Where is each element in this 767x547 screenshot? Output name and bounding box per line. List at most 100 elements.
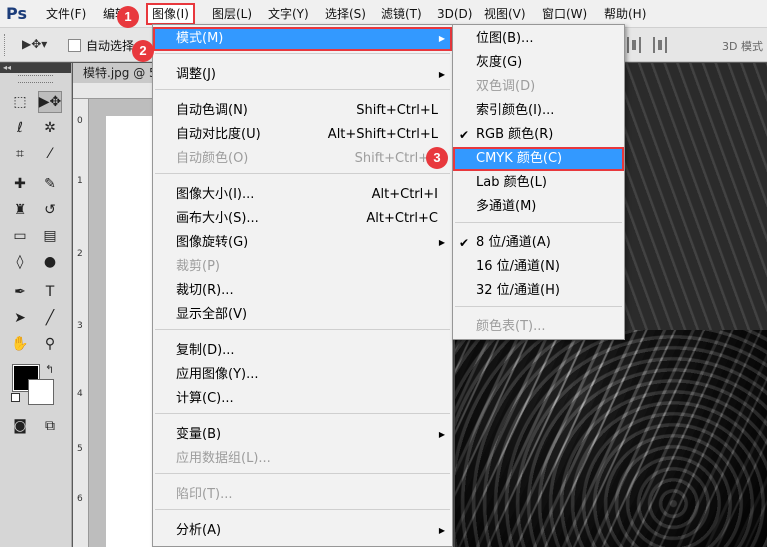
submenu-item-label: 32 位/通道(H) (476, 283, 560, 298)
line-tool-icon[interactable]: ╱ (38, 307, 62, 329)
type-tool-icon[interactable]: T (38, 281, 62, 303)
menu-item-label: 裁切(R)... (176, 283, 234, 298)
align-center-icon[interactable] (627, 37, 641, 53)
options-bar-grip[interactable] (4, 34, 7, 56)
menu-select[interactable]: 选择(S) (325, 6, 366, 22)
move-tool-icon[interactable]: ▶✥ (38, 91, 62, 113)
mode-item-16bit[interactable]: 16 位/通道(N) (453, 255, 624, 279)
menu-item-trap: 陷印(T)... (153, 483, 452, 507)
mode-item-multichannel[interactable]: 多通道(M) (453, 195, 624, 219)
step-badge-3: 3 (426, 147, 448, 169)
menu-item-shortcut: Alt+Ctrl+C (366, 211, 438, 226)
zoom-tool-icon[interactable]: ⚲ (38, 333, 62, 355)
3d-mode-label[interactable]: 3D 模式 (722, 38, 763, 54)
menu-item-trim[interactable]: 裁切(R)... (153, 279, 452, 303)
photo-hair-image (455, 330, 767, 547)
history-brush-icon[interactable]: ↺ (38, 199, 62, 221)
auto-select-label: 自动选择 (86, 39, 135, 53)
blur-tool-icon[interactable]: ◊ (8, 251, 32, 273)
eyedropper-icon[interactable]: ⁄ (38, 143, 62, 165)
swap-colors-icon[interactable]: ↰ (45, 363, 54, 376)
menu-item-duplicate[interactable]: 复制(D)... (153, 339, 452, 363)
toolbox-grip[interactable] (18, 75, 53, 83)
clone-stamp-icon[interactable]: ♜ (8, 199, 32, 221)
menu-view[interactable]: 视图(V) (484, 6, 526, 22)
menu-item-label: 自动对比度(U) (176, 127, 261, 142)
mode-item-8bit[interactable]: ✔ 8 位/通道(A) (453, 231, 624, 255)
submenu-item-label: 双色调(D) (476, 79, 536, 94)
ruler-left: 0 1 2 3 4 5 6 (73, 99, 89, 547)
submenu-item-label: 灰度(G) (476, 55, 523, 70)
menu-help[interactable]: 帮助(H) (604, 6, 646, 22)
path-selection-icon[interactable]: ➤ (8, 307, 32, 329)
menu-item-label: 变量(B) (176, 427, 222, 442)
mode-item-cmyk[interactable]: CMYK 颜色(C) (453, 147, 624, 171)
menu-filter[interactable]: 滤镜(T) (381, 6, 422, 22)
menu-window[interactable]: 窗口(W) (542, 6, 587, 22)
pen-tool-icon[interactable]: ✒ (8, 281, 32, 303)
brush-tool-icon[interactable]: ✎ (38, 173, 62, 195)
menu-item-auto-contrast[interactable]: 自动对比度(U) Alt+Shift+Ctrl+L (153, 123, 452, 147)
menu-item-label: 计算(C)... (176, 391, 234, 406)
photo-region-top (620, 63, 767, 330)
gradient-tool-icon[interactable]: ▤ (38, 225, 62, 247)
magic-wand-icon[interactable]: ✲ (38, 117, 62, 139)
background-color-swatch[interactable] (28, 379, 54, 405)
menu-item-auto-tone[interactable]: 自动色调(N) Shift+Ctrl+L (153, 99, 452, 123)
dodge-tool-icon[interactable]: ● (38, 251, 62, 273)
menu-item-reveal-all[interactable]: 显示全部(V) (153, 303, 452, 327)
menu-item-shortcut: Shift+Ctrl+L (356, 103, 438, 118)
menu-item-variables[interactable]: 变量(B) ▶ (153, 423, 452, 447)
submenu-item-label: 多通道(M) (476, 199, 537, 214)
healing-brush-icon[interactable]: ✚ (8, 173, 32, 195)
marquee-tool-icon[interactable]: ⬚ (8, 91, 32, 113)
document-tab[interactable]: 模特.jpg @ 5 (73, 63, 153, 83)
menu-item-label: 复制(D)... (176, 343, 235, 358)
mode-item-bitmap[interactable]: 位图(B)... (453, 27, 624, 51)
menu-3d[interactable]: 3D(D) (437, 6, 472, 22)
menu-item-analysis[interactable]: 分析(A) ▶ (153, 519, 452, 543)
menu-item-mode[interactable]: 模式(M) ▶ (153, 27, 452, 51)
menu-image[interactable]: 图像(I) (146, 3, 195, 25)
menu-item-label: 陷印(T)... (176, 487, 233, 502)
mode-item-grayscale[interactable]: 灰度(G) (453, 51, 624, 75)
submenu-item-label: CMYK 颜色(C) (476, 151, 563, 166)
mode-submenu: 位图(B)... 灰度(G) 双色调(D) 索引颜色(I)... ✔ RGB 颜… (452, 24, 625, 340)
screen-mode-icon[interactable]: ⧉ (38, 415, 62, 437)
auto-select-checkbox[interactable] (68, 39, 81, 52)
photoshop-logo: Ps (6, 4, 27, 23)
menu-type[interactable]: 文字(Y) (268, 6, 309, 22)
lasso-tool-icon[interactable]: ℓ (8, 117, 32, 139)
menu-item-label: 模式(M) (176, 31, 224, 46)
distribute-icon[interactable] (653, 37, 667, 53)
menu-item-calculations[interactable]: 计算(C)... (153, 387, 452, 411)
quick-mask-icon[interactable]: ◙ (8, 415, 32, 437)
ruler-top (73, 83, 153, 99)
eraser-icon[interactable]: ▭ (8, 225, 32, 247)
menu-item-label: 应用数据组(L)... (176, 451, 271, 466)
default-colors-icon[interactable] (11, 393, 20, 402)
menu-divider (155, 173, 450, 174)
mode-item-rgb[interactable]: ✔ RGB 颜色(R) (453, 123, 624, 147)
submenu-item-label: Lab 颜色(L) (476, 175, 547, 190)
toolbox-collapse-icon[interactable]: ◂◂ (0, 63, 71, 73)
menu-divider (155, 509, 450, 510)
menu-item-image-size[interactable]: 图像大小(I)... Alt+Ctrl+I (153, 183, 452, 207)
menu-item-shortcut: Alt+Ctrl+I (371, 187, 438, 202)
crop-tool-icon[interactable]: ⌗ (8, 143, 32, 165)
mode-item-32bit[interactable]: 32 位/通道(H) (453, 279, 624, 303)
menu-item-adjust[interactable]: 调整(J) ▶ (153, 63, 452, 87)
hand-tool-icon[interactable]: ✋ (8, 333, 32, 355)
menu-file[interactable]: 文件(F) (46, 6, 86, 22)
menu-item-crop: 裁剪(P) (153, 255, 452, 279)
menu-item-apply-image[interactable]: 应用图像(Y)... (153, 363, 452, 387)
mode-item-indexed-color[interactable]: 索引颜色(I)... (453, 99, 624, 123)
mode-item-lab[interactable]: Lab 颜色(L) (453, 171, 624, 195)
move-tool-preset-icon[interactable]: ▶✥▾ (22, 37, 47, 51)
menu-item-label: 显示全部(V) (176, 307, 248, 322)
menu-layer[interactable]: 图层(L) (212, 6, 252, 22)
menu-item-canvas-size[interactable]: 画布大小(S)... Alt+Ctrl+C (153, 207, 452, 231)
submenu-arrow-icon: ▶ (438, 34, 445, 43)
menu-item-image-rotation[interactable]: 图像旋转(G) ▶ (153, 231, 452, 255)
canvas-document[interactable] (106, 116, 153, 547)
